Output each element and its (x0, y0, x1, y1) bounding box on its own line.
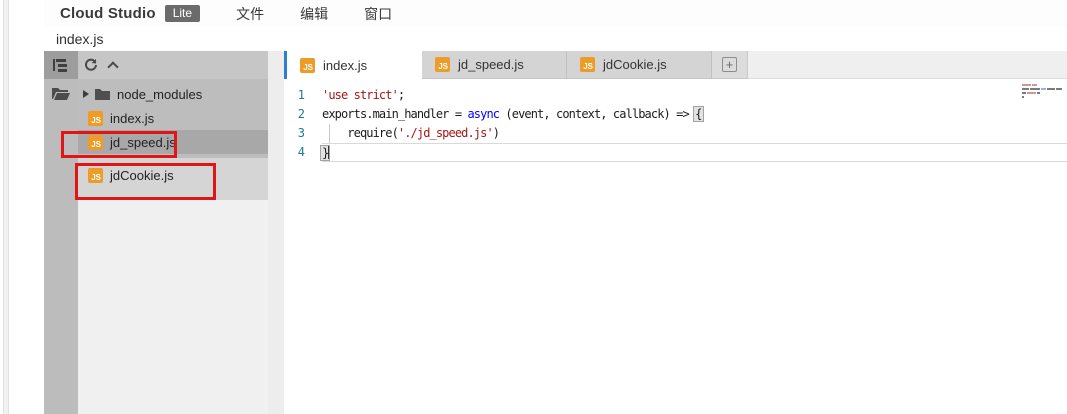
file-tree-icon (53, 58, 69, 72)
tree-item-label: node_modules (117, 87, 202, 102)
lite-badge: Lite (165, 5, 200, 22)
collapse-all-icon[interactable] (107, 61, 118, 72)
code-line-2[interactable]: 2 exports.main_handler = async (event, c… (284, 105, 1067, 124)
tree-item-label: index.js (110, 111, 154, 126)
tree-item-index-js[interactable]: JS index.js (78, 106, 268, 130)
code-line-3[interactable]: 3 require('./jd_speed.js') (284, 124, 1067, 143)
code-line-1[interactable]: 1 'use strict'; (284, 86, 1067, 105)
cloud-studio-page: Cloud Studio Lite 文件 编辑 窗口 index.js (0, 0, 1067, 414)
main-area: node_modules JS index.js JS jd_speed.js … (44, 51, 1067, 414)
file-explorer-panel: node_modules JS index.js JS jd_speed.js … (78, 51, 268, 414)
open-folder-icon (52, 86, 70, 100)
cloud-studio-app: Cloud Studio Lite 文件 编辑 窗口 index.js (44, 0, 1067, 414)
tab-index-js[interactable]: JS index.js (284, 51, 422, 79)
code-line-4-current[interactable]: 4 } (284, 143, 1067, 162)
refresh-icon[interactable] (84, 58, 98, 72)
line-number: 2 (284, 105, 310, 124)
line-number: 4 (284, 143, 310, 162)
folder-icon (95, 88, 110, 100)
js-file-icon: JS (435, 57, 450, 72)
js-file-icon: JS (580, 57, 595, 72)
panel-splitter[interactable] (268, 51, 284, 414)
tab-bar-filler (748, 51, 1067, 79)
matched-bracket: { (693, 106, 703, 122)
annotation-rect-jdcookie (75, 163, 216, 200)
annotation-rect-jd-speed (61, 131, 177, 158)
activity-workspace-button[interactable] (44, 79, 78, 107)
app-logo: Cloud Studio (60, 5, 156, 22)
explorer-toolbar (78, 51, 268, 79)
menu-window[interactable]: 窗口 (364, 4, 392, 24)
code-editor[interactable]: 1 'use strict'; 2 exports.main_handler =… (284, 79, 1067, 414)
tab-bar: JS index.js JS jd_speed.js JS jdCookie.j… (284, 51, 1067, 79)
line-number: 3 (284, 124, 310, 143)
menu-bar: Cloud Studio Lite 文件 编辑 窗口 (44, 0, 1067, 27)
line-number: 1 (284, 86, 310, 105)
minimap[interactable] (1022, 84, 1064, 100)
text-cursor (328, 146, 329, 159)
new-tab-button[interactable]: + (712, 51, 748, 79)
tab-label: jdCookie.js (603, 57, 667, 72)
tree-item-node-modules[interactable]: node_modules (78, 82, 268, 106)
js-file-icon: JS (88, 111, 103, 126)
page-left-scrollbar-strip (3, 0, 9, 414)
tab-jdcookie-js[interactable]: JS jdCookie.js (567, 51, 712, 79)
plus-icon: + (722, 57, 737, 72)
expand-arrow-icon[interactable] (83, 90, 89, 98)
editor-area: JS index.js JS jd_speed.js JS jdCookie.j… (284, 51, 1067, 414)
js-file-icon: JS (300, 58, 315, 73)
tab-jd-speed-js[interactable]: JS jd_speed.js (422, 51, 567, 79)
activity-bar (44, 51, 78, 414)
tab-label: index.js (323, 58, 367, 73)
activity-file-tree-button[interactable] (44, 51, 78, 79)
tab-label: jd_speed.js (458, 57, 524, 72)
menu-edit[interactable]: 编辑 (300, 4, 328, 24)
document-title-bar: index.js (44, 27, 1067, 51)
document-title: index.js (56, 31, 103, 47)
menu-file[interactable]: 文件 (236, 4, 264, 24)
